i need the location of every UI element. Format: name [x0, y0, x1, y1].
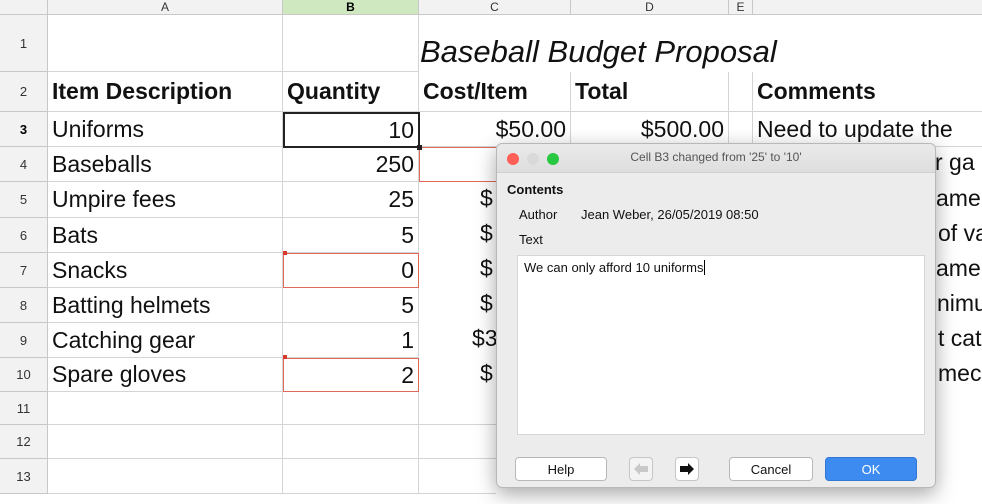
cell-b5[interactable]: 25 [283, 182, 419, 218]
arrow-right-icon [680, 463, 694, 475]
author-value: Jean Weber, 26/05/2019 08:50 [581, 207, 759, 222]
cell-f4-visible[interactable]: r ga [935, 149, 975, 176]
column-header-e[interactable]: E [729, 0, 753, 15]
cell-a10[interactable]: Spare gloves [48, 358, 283, 392]
sheet-title: Baseball Budget Proposal [420, 34, 777, 69]
cell-a1[interactable] [48, 15, 283, 72]
corner-header[interactable] [0, 0, 48, 15]
cell-c5-visible[interactable]: $ [480, 185, 493, 212]
help-button[interactable]: Help [515, 457, 607, 481]
column-header-d[interactable]: D [571, 0, 729, 15]
arrow-left-icon [634, 463, 648, 475]
cell-a4[interactable]: Baseballs [48, 147, 283, 182]
comment-text: We can only afford 10 uniforms [524, 260, 704, 275]
row-header-10[interactable]: 10 [0, 358, 48, 392]
cell-c3[interactable]: $50.00 [419, 112, 571, 147]
cell-f8-visible[interactable]: nimu [937, 290, 982, 317]
column-header-b[interactable]: B [283, 0, 419, 15]
row-header-13[interactable]: 13 [0, 459, 48, 494]
row-header-4[interactable]: 4 [0, 147, 48, 182]
comment-textarea[interactable]: We can only afford 10 uniforms [517, 255, 925, 435]
column-header-f[interactable] [753, 0, 982, 15]
cell-b8[interactable]: 5 [283, 288, 419, 323]
cell-b11[interactable] [283, 392, 419, 425]
cell-f9-visible[interactable]: t cat [938, 325, 981, 352]
row-header-1[interactable]: 1 [0, 15, 48, 72]
row-header-5[interactable]: 5 [0, 182, 48, 218]
cell-b4[interactable]: 250 [283, 147, 419, 182]
cell-a12[interactable] [48, 425, 283, 459]
header-item-description[interactable]: Item Description [48, 72, 283, 112]
cell-a6[interactable]: Bats [48, 218, 283, 253]
cell-f6-visible[interactable]: of va [938, 220, 982, 247]
row-header-12[interactable]: 12 [0, 425, 48, 459]
cell-f7-visible[interactable]: ame [936, 255, 981, 282]
cell-e2[interactable] [729, 72, 753, 112]
contents-heading: Contents [507, 182, 564, 197]
cell-c13[interactable] [419, 459, 496, 494]
column-header-c[interactable]: C [419, 0, 571, 15]
header-cost-item[interactable]: Cost/Item [419, 72, 571, 112]
author-label: Author [519, 207, 558, 222]
header-total[interactable]: Total [571, 72, 729, 112]
cell-b12[interactable] [283, 425, 419, 459]
change-marker-b7 [283, 251, 287, 255]
cell-c4[interactable] [419, 147, 496, 182]
cell-b7[interactable]: 0 [283, 253, 419, 288]
row-header-11[interactable]: 11 [0, 392, 48, 425]
cell-b13[interactable] [283, 459, 419, 494]
cell-a5[interactable]: Umpire fees [48, 182, 283, 218]
row-header-9[interactable]: 9 [0, 323, 48, 358]
header-quantity[interactable]: Quantity [283, 72, 419, 112]
cell-b6[interactable]: 5 [283, 218, 419, 253]
cell-b1[interactable] [283, 15, 419, 72]
cell-fill-handle[interactable] [417, 145, 422, 150]
cell-a11[interactable] [48, 392, 283, 425]
column-header-a[interactable]: A [48, 0, 283, 15]
previous-arrow-button[interactable] [629, 457, 653, 481]
cell-c12[interactable] [419, 425, 496, 459]
row-header-2[interactable]: 2 [0, 72, 48, 112]
cell-b9[interactable]: 1 [283, 323, 419, 358]
row-header-7[interactable]: 7 [0, 253, 48, 288]
cell-a7[interactable]: Snacks [48, 253, 283, 288]
cell-a8[interactable]: Batting helmets [48, 288, 283, 323]
dialog-titlebar[interactable]: Cell B3 changed from '25' to '10' [497, 144, 935, 173]
cell-b3-active[interactable]: 10 [283, 112, 420, 148]
cell-c11[interactable] [419, 392, 496, 425]
text-caret [704, 260, 706, 275]
change-marker-b10 [283, 355, 287, 359]
cell-c8-visible[interactable]: $ [480, 290, 493, 317]
cancel-button[interactable]: Cancel [729, 457, 813, 481]
cell-c6-visible[interactable]: $ [480, 220, 493, 247]
cell-f3[interactable]: Need to update the [753, 112, 982, 147]
next-arrow-button[interactable] [675, 457, 699, 481]
cell-e3[interactable] [729, 112, 753, 147]
cell-d3[interactable]: $500.00 [571, 112, 729, 147]
cell-a13[interactable] [48, 459, 283, 494]
cell-b10[interactable]: 2 [283, 358, 419, 392]
cell-c7-visible[interactable]: $ [480, 255, 493, 282]
header-comments[interactable]: Comments [753, 72, 982, 112]
row-header-8[interactable]: 8 [0, 288, 48, 323]
cell-f10-visible[interactable]: mec [938, 360, 981, 387]
cell-a3[interactable]: Uniforms [48, 112, 283, 147]
change-comment-dialog: Cell B3 changed from '25' to '10' Conten… [496, 143, 936, 488]
row-header-3[interactable]: 3 [0, 112, 48, 147]
cell-c9-visible[interactable]: $3 [472, 325, 498, 352]
text-label: Text [519, 232, 543, 247]
dialog-title: Cell B3 changed from '25' to '10' [630, 150, 802, 164]
cell-a9[interactable]: Catching gear [48, 323, 283, 358]
cell-f5-visible[interactable]: ame [936, 185, 981, 212]
row-header-6[interactable]: 6 [0, 218, 48, 253]
ok-button[interactable]: OK [825, 457, 917, 481]
cell-c10-visible[interactable]: $ [480, 360, 493, 387]
